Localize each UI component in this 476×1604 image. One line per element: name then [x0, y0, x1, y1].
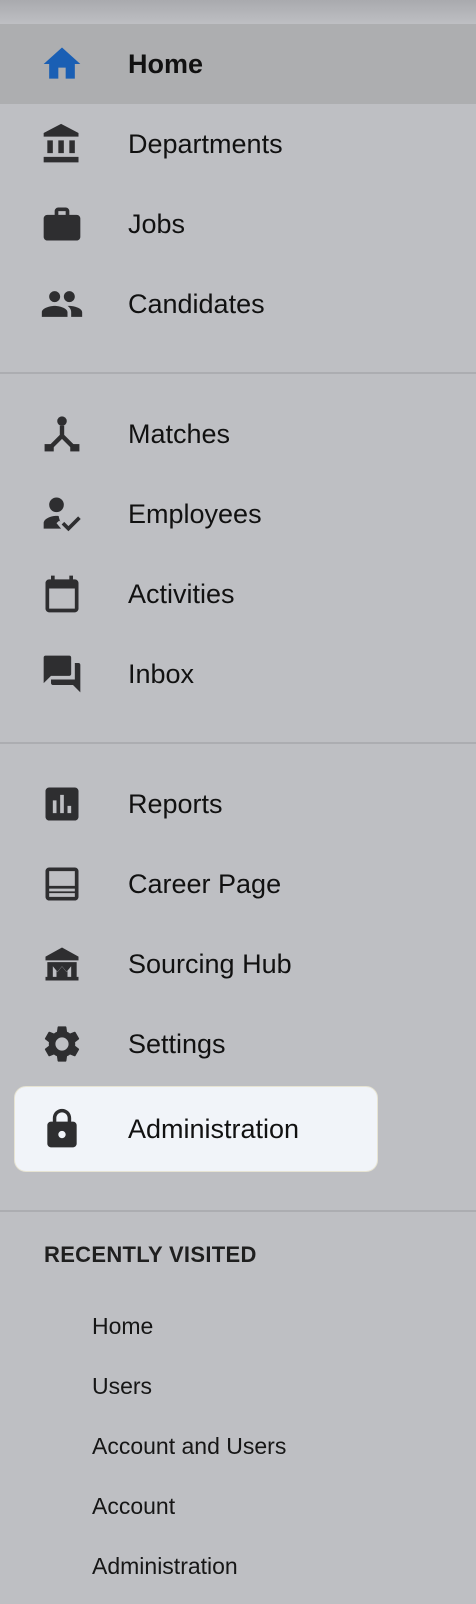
recent-link[interactable]: Administration [0, 1536, 476, 1596]
bank-icon [40, 122, 84, 166]
nav-item-reports[interactable]: Reports [0, 764, 476, 844]
nav-item-activities[interactable]: Activities [0, 554, 476, 634]
chat-icon [40, 652, 84, 696]
recent-link[interactable]: Account [0, 1476, 476, 1536]
nav-item-label: Candidates [128, 289, 265, 319]
nav-item-label: Home [128, 49, 204, 79]
nav-item-candidates[interactable]: Candidates [0, 264, 476, 344]
nav-item-administration[interactable]: Administration [0, 1084, 476, 1174]
nav-item-label: Reports [128, 789, 223, 819]
web-page-icon [40, 862, 84, 906]
nav-item-label: Sourcing Hub [128, 949, 292, 979]
calendar-icon [40, 572, 84, 616]
home-icon [40, 42, 84, 86]
recent-link[interactable]: Home [0, 1296, 476, 1356]
nav-item-departments[interactable]: Departments [0, 104, 476, 184]
nav-item-label: Activities [128, 579, 235, 609]
nav-item-label: Settings [128, 1029, 226, 1059]
nav-item-career-page[interactable]: Career Page [0, 844, 476, 924]
divider [0, 1210, 476, 1212]
nav-item-label: Departments [128, 129, 283, 159]
museum-icon [40, 942, 84, 986]
nav-item-settings[interactable]: Settings [0, 1004, 476, 1084]
people-icon [40, 282, 84, 326]
recent-link[interactable]: Users [0, 1356, 476, 1416]
bar-chart-icon [40, 782, 84, 826]
recent-link[interactable]: Account and Users [0, 1416, 476, 1476]
nav-item-matches[interactable]: Matches [0, 394, 476, 474]
nav-item-label: Matches [128, 419, 231, 449]
gear-icon [40, 1022, 84, 1066]
lock-icon [40, 1107, 84, 1151]
nav-item-label: Jobs [128, 209, 186, 239]
recently-visited-heading: RECENTLY VISITED [44, 1242, 257, 1267]
nav-item-label: Employees [128, 499, 262, 529]
person-check-icon [40, 492, 84, 536]
nav-item-employees[interactable]: Employees [0, 474, 476, 554]
briefcase-icon [40, 202, 84, 246]
nav-item-inbox[interactable]: Inbox [0, 634, 476, 714]
recently-visited-list: Home Users Account and Users Account Adm… [0, 1296, 476, 1596]
nav-item-label: Administration [128, 1114, 300, 1144]
side-navigation: Home Departments Jobs Candidates Matches… [0, 24, 476, 1212]
nav-item-home[interactable]: Home [0, 24, 476, 104]
merge-icon [40, 412, 84, 456]
nav-item-label: Career Page [128, 869, 282, 899]
nav-item-sourcing-hub[interactable]: Sourcing Hub [0, 924, 476, 1004]
top-shadow [0, 0, 476, 24]
nav-item-label: Inbox [128, 659, 195, 689]
nav-item-jobs[interactable]: Jobs [0, 184, 476, 264]
